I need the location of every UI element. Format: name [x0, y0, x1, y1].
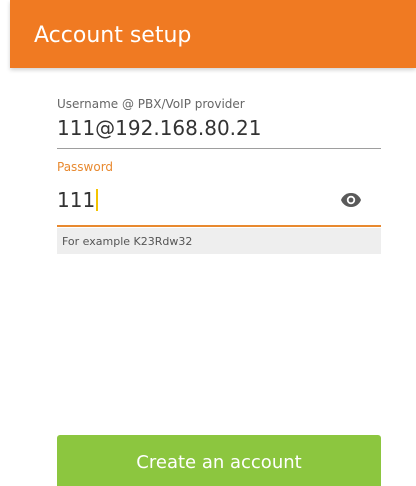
username-underline	[57, 148, 381, 149]
password-underline	[57, 225, 381, 227]
password-label: Password	[57, 160, 114, 174]
username-label: Username @ PBX/VoIP provider	[57, 97, 245, 111]
eye-icon[interactable]	[340, 192, 362, 208]
username-field[interactable]: 111@192.168.80.21	[57, 116, 262, 140]
create-account-button[interactable]: Create an account	[57, 435, 381, 486]
create-account-label: Create an account	[136, 451, 302, 473]
password-value: 111	[57, 188, 96, 212]
password-hint: For example K23Rdw32	[57, 228, 381, 254]
password-hint-text: For example K23Rdw32	[62, 235, 193, 248]
text-cursor	[96, 189, 99, 211]
app-bar: Account setup	[10, 0, 416, 68]
page-title: Account setup	[34, 23, 192, 48]
password-field[interactable]: 111	[57, 188, 99, 212]
